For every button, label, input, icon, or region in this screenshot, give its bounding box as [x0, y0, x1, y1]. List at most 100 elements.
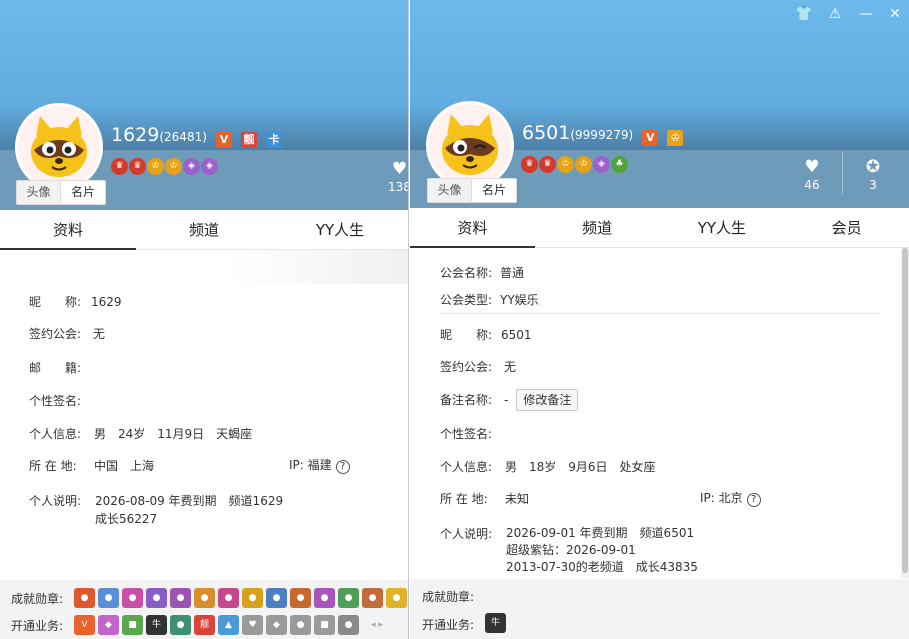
purple-shield-icon[interactable]: ◈: [201, 158, 218, 175]
warning-icon[interactable]: ⚠: [826, 6, 844, 22]
user-id: (9999279): [570, 128, 634, 142]
service-icon[interactable]: ●: [170, 615, 191, 635]
desc-line: 2013-07-30的老频道 成长43835: [506, 560, 698, 574]
vip-badge-icon[interactable]: V: [642, 130, 659, 146]
help-icon[interactable]: ?: [335, 460, 350, 474]
crown-medal-icon[interactable]: ♛: [111, 158, 128, 175]
crown-medal-icon[interactable]: ♛: [521, 156, 538, 173]
user-nickname: 1629: [111, 124, 160, 146]
service-icon[interactable]: ●: [338, 615, 359, 635]
achievement-icon[interactable]: ●: [194, 588, 215, 608]
service-icon[interactable]: ■: [314, 615, 335, 635]
guild-value: 无: [93, 327, 106, 341]
help-icon[interactable]: ?: [746, 493, 761, 507]
service-icons: 牛: [485, 613, 506, 633]
ip-row: IP: 福建?: [289, 456, 350, 474]
achievement-icon[interactable]: ●: [218, 588, 239, 608]
gold-crown-icon[interactable]: ♔: [575, 156, 592, 173]
tab-membership[interactable]: 会员: [784, 208, 909, 247]
tab-profile[interactable]: 资料: [410, 208, 535, 248]
service-icons: V ◆ ■ 牛 ● 靓 ▲ ♥ ◆ ● ■ ● ◂ ▸: [74, 615, 392, 635]
nickname-label: 昵 称:: [440, 328, 493, 342]
crown-medal-icon[interactable]: ♛: [539, 156, 556, 173]
remark-value: -: [504, 393, 509, 407]
tab-profile[interactable]: 资料: [0, 210, 136, 250]
vip-service-icon[interactable]: V: [74, 615, 95, 635]
info-value: 男 18岁 9月6日 处女座: [505, 460, 656, 474]
achievement-icon[interactable]: ●: [170, 588, 191, 608]
crown-badge-icon[interactable]: ♔: [667, 130, 684, 146]
gold-crown-icon[interactable]: ♔: [557, 156, 574, 173]
avatar-tab-photo[interactable]: 头像: [428, 179, 472, 202]
desc-row: 个人说明: 2026-09-01 年费到期 频道6501 超级紫钻：2026-0…: [440, 525, 698, 576]
purple-shield-icon[interactable]: ◈: [593, 156, 610, 173]
liang-service-icon[interactable]: 靓: [194, 615, 215, 635]
avatar-tab-card[interactable]: 名片: [61, 181, 105, 204]
avatar[interactable]: [15, 103, 103, 191]
service-icon[interactable]: ▲: [218, 615, 239, 635]
services-label: 开通业务:: [11, 619, 64, 633]
mail-label: 邮 籍:: [29, 361, 82, 375]
signature-row: 个性签名:: [440, 425, 492, 442]
vip-badge-icon[interactable]: V: [215, 132, 232, 148]
gold-crown-icon[interactable]: ♔: [147, 158, 164, 175]
tab-channel[interactable]: 频道: [136, 210, 272, 249]
achievement-icon[interactable]: ●: [314, 588, 335, 608]
avatar-tab-card[interactable]: 名片: [472, 179, 516, 202]
service-icon[interactable]: ●: [290, 615, 311, 635]
guild-name-row: 公会名称: 普通: [440, 264, 524, 281]
desc-line: 超级紫钻：2026-09-01: [506, 543, 636, 557]
achievement-icon[interactable]: ●: [242, 588, 263, 608]
diamond-service-icon[interactable]: ◆: [266, 615, 287, 635]
medals-stat[interactable]: ✪ 3: [863, 156, 883, 192]
user-nickname: 6501: [522, 122, 571, 144]
mail-row: 邮 籍:: [29, 359, 81, 376]
purple-shield-icon[interactable]: ◈: [183, 158, 200, 175]
avatar[interactable]: [426, 101, 514, 189]
niu-service-icon[interactable]: 牛: [146, 615, 167, 635]
achievement-icon[interactable]: ●: [338, 588, 359, 608]
nickname-value: 6501: [501, 328, 532, 342]
location-label: 所 在 地:: [29, 459, 77, 473]
tab-yy-life[interactable]: YY人生: [660, 208, 785, 247]
likes-stat[interactable]: ♥ 46: [802, 156, 822, 192]
heart-icon: ♥: [391, 159, 408, 179]
likes-stat[interactable]: ♥ 138: [388, 158, 408, 194]
scrollbar-thumb[interactable]: [902, 248, 908, 573]
close-icon[interactable]: ✕: [886, 6, 904, 22]
user-name: 6501(9999279) V ♔: [522, 122, 684, 146]
green-leaf-icon[interactable]: ♣: [611, 156, 628, 173]
profile-tabs: 资料 频道 YY人生: [0, 210, 408, 250]
heart-service-icon[interactable]: ♥: [242, 615, 263, 635]
guild-type-value: YY娱乐: [500, 293, 539, 307]
avatar-tab-photo[interactable]: 头像: [17, 181, 61, 204]
tab-channel[interactable]: 频道: [535, 208, 660, 247]
achievements-label: 成就勋章:: [422, 590, 475, 604]
achievement-icon[interactable]: ●: [98, 588, 119, 608]
card-badge-icon[interactable]: 卡: [266, 132, 283, 148]
nickname-row: 昵 称: 6501: [440, 326, 532, 343]
achievements-label: 成就勋章:: [11, 592, 64, 606]
scrollbar[interactable]: [901, 248, 909, 578]
edit-remark-button[interactable]: 修改备注: [516, 389, 579, 411]
achievement-icon[interactable]: ●: [146, 588, 167, 608]
achievement-icon[interactable]: ●: [74, 588, 95, 608]
minimize-icon[interactable]: —: [857, 6, 875, 22]
signature-row: 个性签名:: [29, 392, 81, 409]
crown-medal-icon[interactable]: ♛: [129, 158, 146, 175]
pager-arrows-icon[interactable]: ◂ ▸: [362, 615, 392, 635]
service-icon[interactable]: ■: [122, 615, 143, 635]
achievement-icon[interactable]: ●: [362, 588, 383, 608]
niu-service-icon[interactable]: 牛: [485, 613, 506, 633]
service-icon[interactable]: ◆: [98, 615, 119, 635]
achievement-icon[interactable]: ●: [290, 588, 311, 608]
achievement-icon[interactable]: ●: [386, 588, 407, 608]
liang-badge-icon[interactable]: 靓: [241, 132, 257, 148]
shirt-icon[interactable]: 👕: [795, 6, 813, 22]
heart-icon: ♥: [804, 157, 820, 177]
achievement-icon[interactable]: ●: [266, 588, 287, 608]
gold-crown-icon[interactable]: ♔: [165, 158, 182, 175]
location-value: 未知: [505, 492, 530, 506]
achievement-icon[interactable]: ●: [122, 588, 143, 608]
tab-yy-life[interactable]: YY人生: [272, 210, 408, 249]
